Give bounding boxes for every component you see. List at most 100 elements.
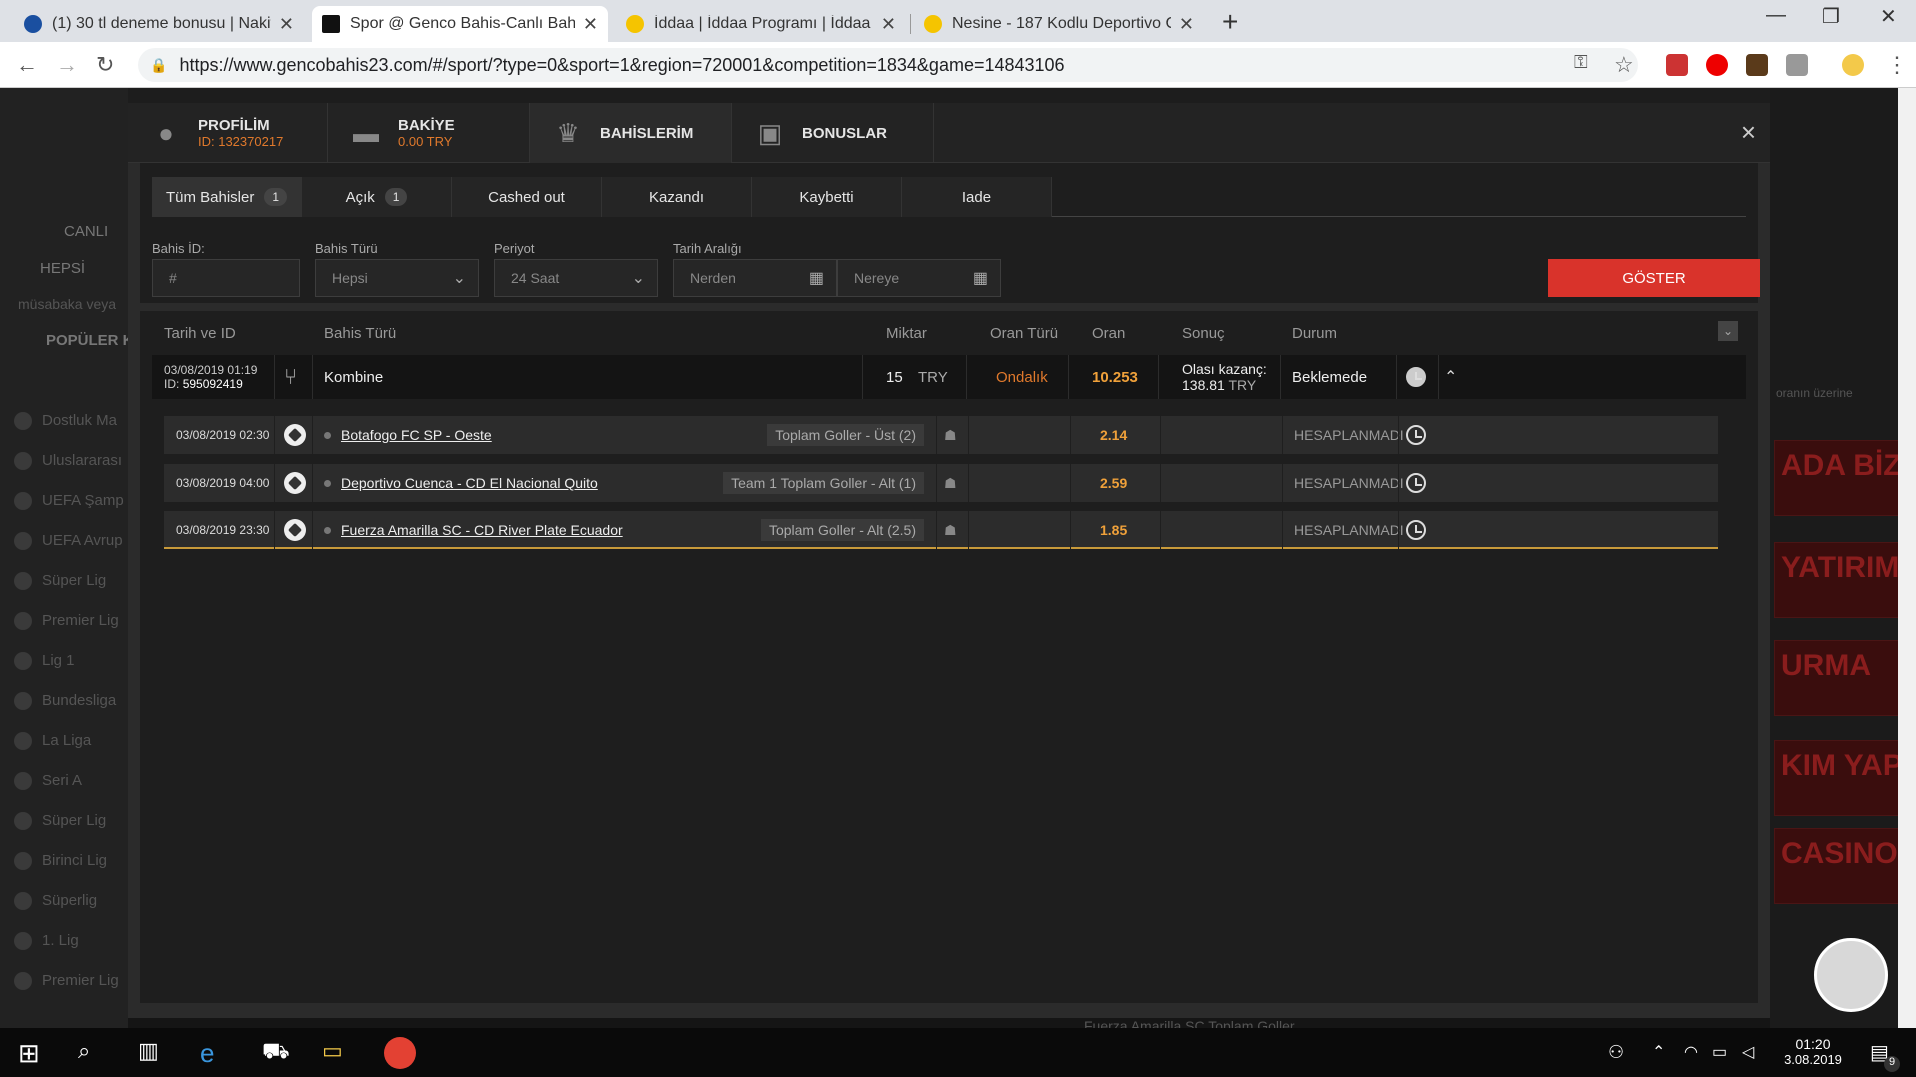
maximize-button[interactable]: ❐ bbox=[1822, 4, 1840, 29]
sidebar-league-item[interactable]: Lig 1 bbox=[14, 652, 75, 671]
sidebar-league-item[interactable]: Süper Lig bbox=[14, 812, 106, 831]
clock[interactable]: 01:20 3.08.2019 bbox=[1778, 1036, 1848, 1067]
reload-icon[interactable]: ↻ bbox=[96, 52, 114, 78]
tab-refund[interactable]: Iade bbox=[902, 177, 1052, 217]
chrome-icon[interactable] bbox=[384, 1037, 416, 1069]
bet-id-input[interactable]: # bbox=[152, 259, 300, 297]
bookmark-star-icon[interactable]: ☆ bbox=[1614, 52, 1634, 78]
sidebar-league-item[interactable]: Süper Lig bbox=[14, 572, 106, 591]
tab-my-bets[interactable]: ♛ BAHİSLERİM bbox=[530, 103, 732, 163]
support-avatar[interactable] bbox=[1814, 938, 1888, 1012]
battery-icon[interactable]: ▭ bbox=[1712, 1042, 1727, 1062]
tab-open-bets[interactable]: Açık 1 bbox=[302, 177, 452, 217]
tab-all-bets[interactable]: Tüm Bahisler 1 bbox=[152, 177, 302, 217]
site-page: TR ⚙ CANLI HEPSİ müsabaka veya POPÜLER K… bbox=[0, 88, 1916, 1028]
period-select[interactable]: 24 Saat ⌄ bbox=[494, 259, 658, 297]
col-date-id: Tarih ve ID bbox=[164, 325, 236, 342]
file-explorer-icon[interactable]: ▭ bbox=[322, 1038, 343, 1064]
tab-lost[interactable]: Kaybetti bbox=[752, 177, 902, 217]
calendar-icon[interactable]: ▦ bbox=[809, 268, 824, 288]
sidebar-filter-all[interactable]: HEPSİ bbox=[40, 260, 85, 277]
sidebar-league-item[interactable]: Seri A bbox=[14, 772, 82, 791]
store-icon[interactable]: ⛟ bbox=[262, 1038, 290, 1067]
sidebar-league-item[interactable]: Premier Lig bbox=[14, 972, 119, 991]
bet-currency: TRY bbox=[918, 368, 948, 386]
close-tab-icon[interactable]: ✕ bbox=[583, 14, 598, 35]
sidebar-league-item[interactable]: Dostluk Ma bbox=[14, 412, 117, 431]
close-window-button[interactable]: ✕ bbox=[1880, 4, 1897, 29]
browser-tab-4[interactable]: Nesine - 187 Kodlu Deportivo Cu ✕ bbox=[914, 6, 1204, 42]
chevron-up-icon[interactable]: ⌃ bbox=[1444, 355, 1457, 399]
bet-row[interactable]: 03/08/2019 01:19 ID: 595092419 ⑂ Kombine… bbox=[152, 355, 1746, 399]
collapse-all-icon[interactable]: ⌄ bbox=[1718, 321, 1738, 341]
close-tab-icon[interactable]: ✕ bbox=[881, 14, 896, 35]
soccer-ball-icon bbox=[14, 852, 32, 871]
extension-pocket-icon[interactable] bbox=[1666, 54, 1688, 76]
extension-opera-icon[interactable] bbox=[1706, 54, 1728, 76]
page-scrollbar[interactable] bbox=[1898, 88, 1916, 1028]
sidebar-league-item[interactable]: UEFA Şamp bbox=[14, 492, 124, 511]
col-status: Durum bbox=[1292, 325, 1338, 342]
match-link[interactable]: Deportivo Cuenca - CD El Nacional Quito bbox=[341, 475, 598, 491]
close-tab-icon[interactable]: ✕ bbox=[1179, 14, 1194, 35]
tab-won[interactable]: Kazandı bbox=[602, 177, 752, 217]
promo-banner[interactable]: CASINO bbox=[1774, 828, 1900, 904]
people-icon[interactable]: ⚇ bbox=[1608, 1042, 1624, 1063]
promo-banner[interactable]: ADA BİZ bbox=[1774, 440, 1900, 516]
tab-balance[interactable]: ▬ BAKİYE 0.00 TRY bbox=[328, 103, 530, 163]
profile-avatar-icon[interactable] bbox=[1842, 54, 1864, 76]
sidebar-league-item[interactable]: Premier Lig bbox=[14, 612, 119, 631]
sidebar-league-item[interactable]: La Liga bbox=[14, 732, 91, 751]
edge-browser-icon[interactable]: e bbox=[200, 1038, 214, 1069]
match-link[interactable]: Botafogo FC SP - Oeste bbox=[341, 427, 492, 443]
market-badge: Toplam Goller - Alt (2.5) bbox=[760, 519, 924, 541]
key-icon[interactable]: ⚿ bbox=[1574, 52, 1588, 73]
bet-id-label: Bahis İD: bbox=[152, 241, 205, 256]
minimize-button[interactable]: — bbox=[1766, 4, 1786, 27]
promo-banner[interactable]: URMA bbox=[1774, 640, 1900, 716]
sidebar-league-item[interactable]: Bundesliga bbox=[14, 692, 116, 711]
selection-row: 03/08/2019 04:00 Deportivo Cuenca - CD E… bbox=[164, 464, 1718, 502]
wifi-icon[interactable]: ◠ bbox=[1684, 1042, 1698, 1062]
tray-expand-icon[interactable]: ⌃ bbox=[1652, 1042, 1665, 1062]
match-link[interactable]: Fuerza Amarilla SC - CD River Plate Ecua… bbox=[341, 522, 623, 538]
extension-icon[interactable] bbox=[1746, 54, 1768, 76]
sidebar-search-input[interactable]: müsabaka veya bbox=[18, 296, 116, 312]
close-modal-button[interactable]: × bbox=[1741, 117, 1756, 148]
promo-banner[interactable]: KIM YAP bbox=[1774, 740, 1900, 816]
info-icon[interactable]: ☗ bbox=[944, 511, 957, 549]
sidebar-live-link[interactable]: CANLI bbox=[64, 223, 108, 240]
address-bar[interactable]: 🔒 https://www.gencobahis23.com/#/sport/?… bbox=[138, 48, 1638, 82]
search-icon[interactable]: ⌕ bbox=[78, 1038, 90, 1064]
browser-tab-1[interactable]: (1) 30 tl deneme bonusu | Nakitb ✕ bbox=[14, 6, 304, 42]
task-view-icon[interactable]: ▥ bbox=[138, 1038, 159, 1064]
info-icon[interactable]: ☗ bbox=[944, 464, 957, 502]
promo-banner[interactable]: YATIRIM bbox=[1774, 542, 1900, 618]
sidebar-league-item[interactable]: 1. Lig bbox=[14, 932, 79, 951]
close-tab-icon[interactable]: ✕ bbox=[279, 14, 294, 35]
forward-icon[interactable]: → bbox=[56, 52, 78, 78]
new-tab-button[interactable]: + bbox=[1222, 6, 1238, 38]
back-icon[interactable]: ← bbox=[16, 52, 38, 78]
bet-type-select[interactable]: Hepsi ⌄ bbox=[315, 259, 479, 297]
tab-bonuses[interactable]: ▣ BONUSLAR bbox=[732, 103, 934, 163]
sidebar-league-item[interactable]: Uluslararası bbox=[14, 452, 122, 471]
sidebar-league-item[interactable]: Süperlig bbox=[14, 892, 97, 911]
menu-dots-icon[interactable]: ⋮ bbox=[1886, 52, 1908, 78]
windows-start-icon[interactable]: ⊞ bbox=[18, 1038, 40, 1069]
tab-cashed-out[interactable]: Cashed out bbox=[452, 177, 602, 217]
browser-tab-2[interactable]: Spor @ Genco Bahis-Canlı Bahis, ✕ bbox=[312, 6, 608, 42]
date-to-input[interactable]: Nereye ▦ bbox=[837, 259, 1001, 297]
volume-icon[interactable]: ◁ bbox=[1742, 1042, 1754, 1062]
extension-icon[interactable] bbox=[1786, 54, 1808, 76]
info-icon[interactable]: ☗ bbox=[944, 416, 957, 454]
browser-tab-3[interactable]: İddaa | İddaa Programı | İddaa O ✕ bbox=[616, 6, 906, 42]
date-from-input[interactable]: Nerden ▦ bbox=[673, 259, 837, 297]
selection-status: HESAPLANMADI bbox=[1294, 475, 1404, 491]
show-button[interactable]: GÖSTER bbox=[1548, 259, 1760, 297]
site-favicon-icon bbox=[24, 15, 42, 33]
sidebar-league-item[interactable]: Birinci Lig bbox=[14, 852, 107, 871]
calendar-icon[interactable]: ▦ bbox=[973, 268, 988, 288]
tab-profile[interactable]: ● PROFİLİM ID: 132370217 bbox=[128, 103, 328, 163]
sidebar-league-item[interactable]: UEFA Avrup bbox=[14, 532, 123, 551]
